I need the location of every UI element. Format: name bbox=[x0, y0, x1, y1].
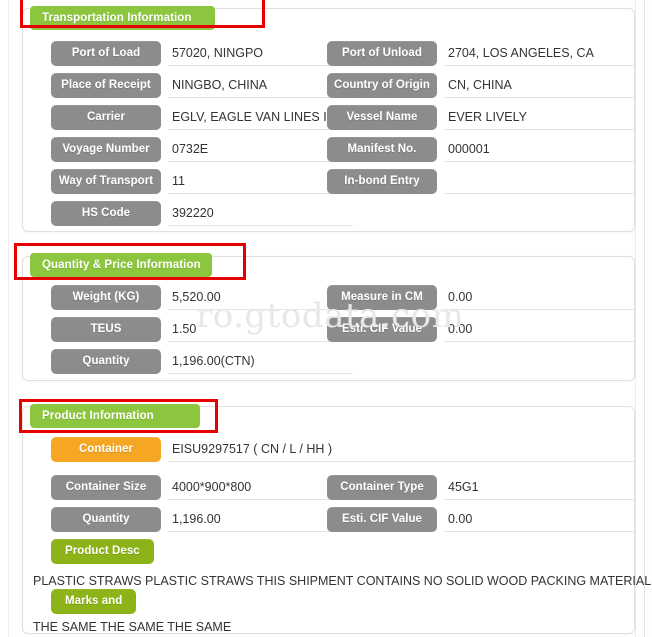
page-frame-left-divider bbox=[8, 0, 9, 637]
label-way-of-transport: Way of Transport bbox=[51, 169, 161, 194]
label-container-type: Container Type bbox=[327, 475, 437, 500]
section-header-product[interactable]: Product Information bbox=[30, 404, 200, 428]
label-vessel-name: Vessel Name bbox=[327, 105, 437, 130]
value-carrier: EGLV, EAGLE VAN LINES INC bbox=[168, 105, 353, 130]
value-weight-kg: 5,520.00 bbox=[168, 285, 353, 310]
text-marks-and: THE SAME THE SAME THE SAME bbox=[33, 620, 232, 634]
value-product-cif-value: 0.00 bbox=[444, 507, 636, 532]
label-voyage-number: Voyage Number bbox=[51, 137, 161, 162]
label-in-bond-entry: In-bond Entry bbox=[327, 169, 437, 194]
label-measure-in-cm: Measure in CM bbox=[327, 285, 437, 310]
label-container-size: Container Size bbox=[51, 475, 161, 500]
value-measure-in-cm: 0.00 bbox=[444, 285, 636, 310]
value-port-of-load: 57020, NINGPO bbox=[168, 41, 353, 66]
label-product-cif-value: Esti. CIF Value bbox=[327, 507, 437, 532]
value-voyage-number: 0732E bbox=[168, 137, 353, 162]
label-country-of-origin: Country of Origin bbox=[327, 73, 437, 98]
label-port-of-unload: Port of Unload bbox=[327, 41, 437, 66]
detail-page: Port of Load 57020, NINGPO Port of Unloa… bbox=[0, 0, 652, 637]
label-hs-code: HS Code bbox=[51, 201, 161, 226]
value-product-quantity: 1,196.00 bbox=[168, 507, 353, 532]
value-esti-cif-value: 0.00 bbox=[444, 317, 636, 342]
label-carrier: Carrier bbox=[51, 105, 161, 130]
label-place-of-receipt: Place of Receipt bbox=[51, 73, 161, 98]
value-port-of-unload: 2704, LOS ANGELES, CA bbox=[444, 41, 636, 66]
page-frame-right-gutter bbox=[644, 0, 652, 637]
value-vessel-name: EVER LIVELY bbox=[444, 105, 636, 130]
label-esti-cif-value: Esti. CIF Value bbox=[327, 317, 437, 342]
value-place-of-receipt: NINGBO, CHINA bbox=[168, 73, 353, 98]
value-teus: 1.50 bbox=[168, 317, 353, 342]
label-container: Container bbox=[51, 437, 161, 462]
value-container: EISU9297517 ( CN / L / HH ) bbox=[168, 437, 636, 462]
value-way-of-transport: 11 bbox=[168, 169, 353, 194]
label-quantity: Quantity bbox=[51, 349, 161, 374]
label-manifest-no: Manifest No. bbox=[327, 137, 437, 162]
label-weight-kg: Weight (KG) bbox=[51, 285, 161, 310]
value-country-of-origin: CN, CHINA bbox=[444, 73, 636, 98]
value-quantity: 1,196.00(CTN) bbox=[168, 349, 353, 374]
section-header-quantity-price[interactable]: Quantity & Price Information bbox=[30, 253, 212, 277]
transportation-information-card: Port of Load 57020, NINGPO Port of Unloa… bbox=[22, 8, 636, 232]
value-container-size: 4000*900*800 bbox=[168, 475, 353, 500]
value-hs-code: 392220 bbox=[168, 201, 353, 226]
label-product-desc: Product Desc bbox=[51, 539, 154, 564]
label-marks-and: Marks and bbox=[51, 589, 137, 614]
label-teus: TEUS bbox=[51, 317, 161, 342]
section-header-transportation[interactable]: Transportation Information bbox=[30, 6, 215, 30]
label-product-quantity: Quantity bbox=[51, 507, 161, 532]
product-information-card: Container EISU9297517 ( CN / L / HH ) Co… bbox=[22, 406, 652, 634]
text-product-desc: PLASTIC STRAWS PLASTIC STRAWS THIS SHIPM… bbox=[33, 574, 652, 588]
value-container-type: 45G1 bbox=[444, 475, 636, 500]
value-in-bond-entry bbox=[444, 169, 636, 194]
label-port-of-load: Port of Load bbox=[51, 41, 161, 66]
value-manifest-no: 000001 bbox=[444, 137, 636, 162]
